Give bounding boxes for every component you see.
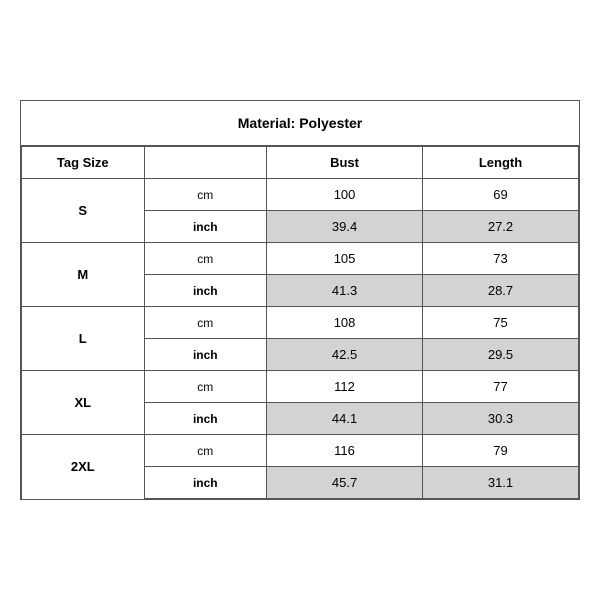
cm-unit-cell: cm bbox=[144, 435, 267, 467]
cm-unit-cell: cm bbox=[144, 371, 267, 403]
cm-bust-cell: 105 bbox=[267, 243, 423, 275]
bust-header: Bust bbox=[267, 147, 423, 179]
size-table: Tag Size Bust Length Scm10069inch39.427.… bbox=[21, 146, 579, 499]
inch-length-cell: 31.1 bbox=[423, 467, 579, 499]
inch-unit-cell: inch bbox=[144, 403, 267, 435]
inch-bust-cell: 45.7 bbox=[267, 467, 423, 499]
table-header-row: Tag Size Bust Length bbox=[22, 147, 579, 179]
table-row: XLcm11277 bbox=[22, 371, 579, 403]
inch-length-cell: 29.5 bbox=[423, 339, 579, 371]
tag-size-header: Tag Size bbox=[22, 147, 145, 179]
table-row: Lcm10875 bbox=[22, 307, 579, 339]
inch-length-cell: 27.2 bbox=[423, 211, 579, 243]
inch-unit-cell: inch bbox=[144, 211, 267, 243]
table-row: Scm10069 bbox=[22, 179, 579, 211]
tag-size-cell: S bbox=[22, 179, 145, 243]
tag-size-cell: M bbox=[22, 243, 145, 307]
cm-length-cell: 75 bbox=[423, 307, 579, 339]
table-row: Mcm10573 bbox=[22, 243, 579, 275]
inch-bust-cell: 42.5 bbox=[267, 339, 423, 371]
inch-length-cell: 30.3 bbox=[423, 403, 579, 435]
inch-unit-cell: inch bbox=[144, 275, 267, 307]
length-header: Length bbox=[423, 147, 579, 179]
inch-bust-cell: 41.3 bbox=[267, 275, 423, 307]
tag-size-cell: XL bbox=[22, 371, 145, 435]
cm-bust-cell: 112 bbox=[267, 371, 423, 403]
cm-bust-cell: 116 bbox=[267, 435, 423, 467]
table-row: 2XLcm11679 bbox=[22, 435, 579, 467]
inch-length-cell: 28.7 bbox=[423, 275, 579, 307]
cm-unit-cell: cm bbox=[144, 179, 267, 211]
inch-bust-cell: 39.4 bbox=[267, 211, 423, 243]
tag-size-cell: 2XL bbox=[22, 435, 145, 499]
cm-length-cell: 79 bbox=[423, 435, 579, 467]
cm-unit-cell: cm bbox=[144, 307, 267, 339]
inch-unit-cell: inch bbox=[144, 467, 267, 499]
cm-unit-cell: cm bbox=[144, 243, 267, 275]
chart-title: Material: Polyester bbox=[21, 101, 579, 146]
cm-length-cell: 69 bbox=[423, 179, 579, 211]
cm-bust-cell: 100 bbox=[267, 179, 423, 211]
unit-header bbox=[144, 147, 267, 179]
inch-bust-cell: 44.1 bbox=[267, 403, 423, 435]
cm-length-cell: 73 bbox=[423, 243, 579, 275]
cm-bust-cell: 108 bbox=[267, 307, 423, 339]
cm-length-cell: 77 bbox=[423, 371, 579, 403]
inch-unit-cell: inch bbox=[144, 339, 267, 371]
tag-size-cell: L bbox=[22, 307, 145, 371]
size-chart: Material: Polyester Tag Size Bust Length… bbox=[20, 100, 580, 500]
